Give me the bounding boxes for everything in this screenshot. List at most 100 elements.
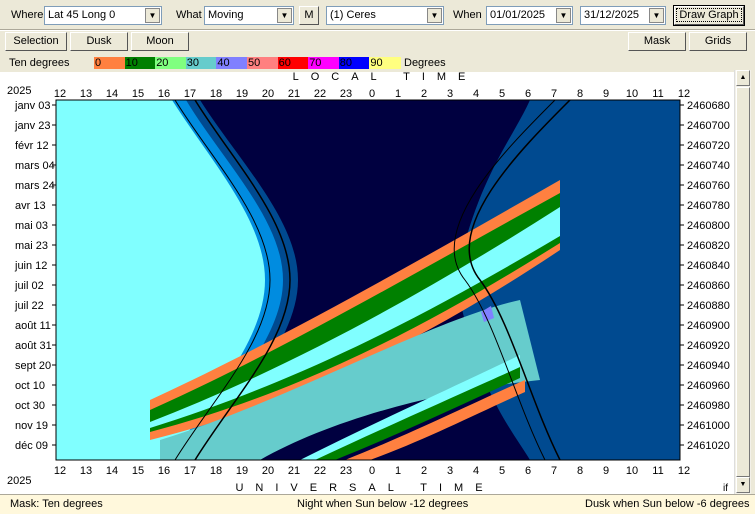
jd-label: 2460720 (687, 140, 730, 152)
what-dropdown[interactable]: Moving ▼ (204, 6, 294, 25)
date-label: mai 03 (15, 220, 48, 232)
jd-label: 2460820 (687, 240, 730, 252)
status-dusk: Dusk when Sun below -6 degrees (585, 498, 750, 510)
toolbar-divider (0, 29, 755, 31)
scroll-up-icon[interactable]: ▲ (736, 70, 750, 86)
jd-label: 2460940 (687, 360, 730, 372)
hour-tick-label-bottom: 22 (314, 465, 326, 477)
jd-label: 2461020 (687, 440, 730, 452)
hour-tick-label-bottom: 15 (132, 465, 144, 477)
hour-tick-label-top: 12 (678, 88, 690, 100)
legend-tick-label: 10 (125, 57, 138, 69)
m-button[interactable]: M (299, 6, 319, 25)
hour-tick-label-bottom: 5 (499, 465, 505, 477)
universal-time-title: UNIVERSAL TIME (235, 482, 494, 494)
hour-tick-label-top: 17 (184, 88, 196, 100)
jd-label: 2460860 (687, 280, 730, 292)
grids-button[interactable]: Grids (689, 32, 747, 51)
jd-label: 2460840 (687, 260, 730, 272)
status-mask: Mask: Ten degrees (10, 498, 103, 510)
hour-tick-label-bottom: 23 (340, 465, 352, 477)
moon-button[interactable]: Moon (131, 32, 189, 51)
date-label: janv 23 (14, 120, 50, 132)
hour-tick-label-bottom: 21 (288, 465, 300, 477)
hour-tick-label-bottom: 14 (106, 465, 118, 477)
hour-tick-label-bottom: 3 (447, 465, 453, 477)
hour-tick-label-bottom: 1 (395, 465, 401, 477)
chevron-down-icon[interactable]: ▼ (277, 8, 292, 23)
date-label: juin 12 (14, 260, 47, 272)
hour-tick-label-top: 11 (652, 88, 663, 100)
hour-tick-label-bottom: 6 (525, 465, 531, 477)
dusk-button[interactable]: Dusk (70, 32, 128, 51)
date-label: nov 19 (15, 420, 48, 432)
legend-tick-label: 0 (95, 57, 102, 69)
hour-tick-label-top: 13 (80, 88, 92, 100)
hour-tick-label-top: 15 (132, 88, 144, 100)
hour-tick-label-bottom: 20 (262, 465, 274, 477)
date-label: juil 02 (14, 280, 44, 292)
hour-tick-label-top: 23 (340, 88, 352, 100)
date-label: août 11 (15, 320, 51, 332)
hour-tick-label-top: 5 (499, 88, 505, 100)
vertical-scrollbar[interactable]: ▲ ▼ (734, 70, 751, 494)
jd-label: 2460880 (687, 300, 730, 312)
legend-left-label: Ten degrees (9, 57, 70, 69)
hour-tick-label-top: 12 (54, 88, 66, 100)
hour-tick-label-top: 16 (158, 88, 170, 100)
date-label: mars 24 (15, 180, 55, 192)
what-value: Moving (208, 9, 244, 21)
date-label: juil 22 (14, 300, 44, 312)
hour-ticks-bottom: 12 13 14 15 16 17 18 19 20 21 22 23 0 1 2 3 4 5 6 7 8 9 10 11 12 (54, 465, 690, 477)
jd-label: 2460920 (687, 340, 730, 352)
hour-tick-label-top: 3 (447, 88, 453, 100)
date-label: mars 04 (15, 160, 55, 172)
date-label: mai 23 (15, 240, 48, 252)
mask-label: Mask (643, 35, 671, 47)
chevron-down-icon[interactable]: ▼ (556, 8, 571, 23)
hour-tick-label-bottom: 12 (678, 465, 690, 477)
hour-tick-label-top: 4 (473, 88, 479, 100)
jd-label: 2460800 (687, 220, 730, 232)
hour-tick-label-top: 21 (288, 88, 300, 100)
date-label: oct 30 (15, 400, 45, 412)
hour-tick-label-bottom: 2 (421, 465, 427, 477)
legend-right-label: Degrees (404, 57, 446, 69)
legend-tick-label: 70 (309, 57, 322, 69)
where-dropdown[interactable]: Lat 45 Long 0 ▼ (44, 6, 162, 25)
scroll-thumb[interactable] (736, 87, 750, 477)
hour-tick-label-bottom: 7 (551, 465, 557, 477)
mask-button[interactable]: Mask (628, 32, 686, 51)
when-label: When (453, 9, 482, 21)
date-label: févr 12 (15, 140, 49, 152)
object-value: (1) Ceres (330, 9, 376, 21)
date-to-dropdown[interactable]: 31/12/2025 ▼ (580, 6, 666, 25)
date-label: déc 09 (15, 440, 48, 452)
hour-tick-label-bottom: 19 (236, 465, 248, 477)
date-from-dropdown[interactable]: 01/01/2025 ▼ (486, 6, 573, 25)
date-label: sept 20 (15, 360, 51, 372)
hour-tick-label-top: 9 (603, 88, 609, 100)
jd-label: 2461000 (687, 420, 730, 432)
chevron-down-icon[interactable]: ▼ (427, 8, 442, 23)
draw-graph-label: Draw Graph (676, 8, 742, 22)
selection-label: Selection (13, 35, 59, 47)
scroll-down-icon[interactable]: ▼ (736, 477, 750, 493)
jd-label: 2460780 (687, 200, 730, 212)
jd-label: 2460960 (687, 380, 730, 392)
object-dropdown[interactable]: (1) Ceres ▼ (326, 6, 444, 25)
selection-button[interactable]: Selection (5, 32, 67, 51)
corner-label: if (723, 483, 728, 494)
hour-tick-label-bottom: 17 (184, 465, 196, 477)
date-label: oct 10 (15, 380, 45, 392)
chevron-down-icon[interactable]: ▼ (145, 8, 160, 23)
draw-graph-button[interactable]: Draw Graph (673, 5, 745, 26)
chevron-down-icon[interactable]: ▼ (649, 8, 664, 23)
hour-tick-label-bottom: 9 (603, 465, 609, 477)
legend-ticks: 0 10 20 30 40 50 60 70 80 90 (94, 56, 400, 70)
jd-label: 2460740 (687, 160, 730, 172)
legend-tick-label: 80 (339, 57, 353, 69)
hour-tick-label-top: 8 (577, 88, 583, 100)
altitude-chart: 12 13 14 15 16 17 18 19 20 21 22 23 0 1 2 3 4 5 6 7 8 9 10 11 12… (7, 71, 730, 494)
legend-tick-label: 90 (370, 57, 383, 69)
